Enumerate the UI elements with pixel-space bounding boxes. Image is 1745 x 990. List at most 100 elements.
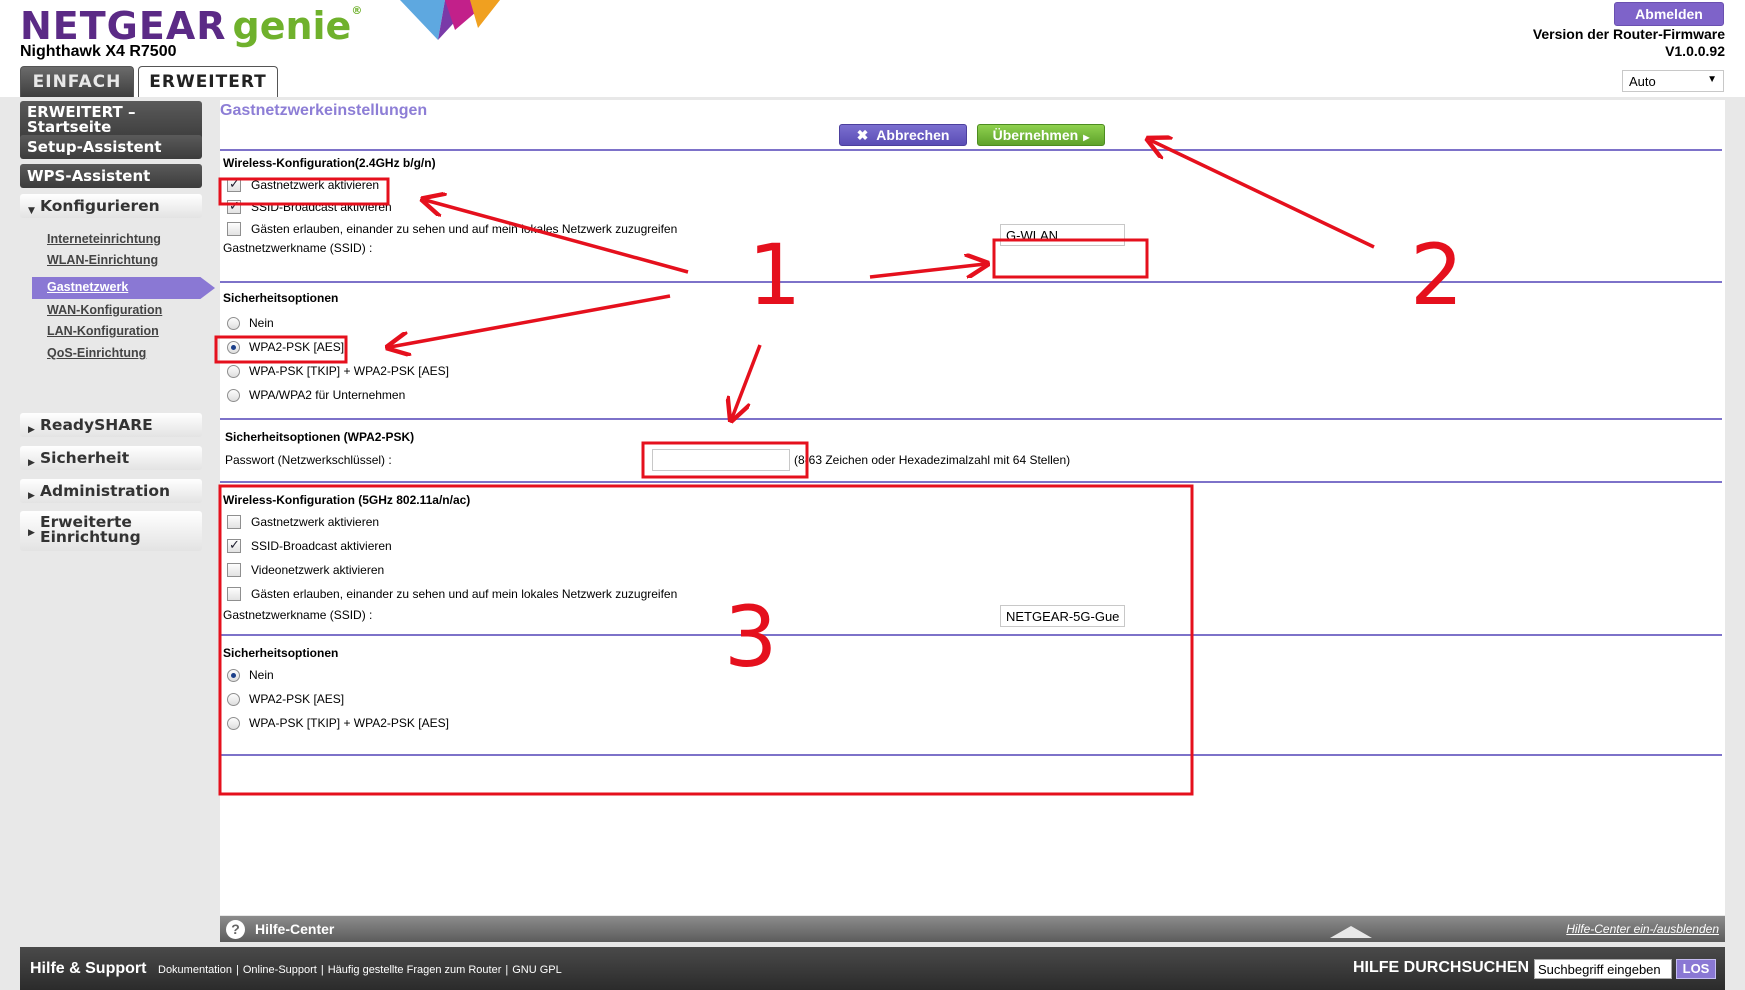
- checkbox-label: SSID-Broadcast aktivieren: [251, 200, 392, 214]
- help-center-bar: ? Hilfe-Center Hilfe-Center ein-/ausblen…: [220, 916, 1725, 942]
- cancel-button[interactable]: ✖ Abbrechen: [839, 124, 967, 146]
- radio-label: WPA-PSK [TKIP] + WPA2-PSK [AES]: [249, 364, 449, 378]
- sidebar-subitem-wlan[interactable]: WLAN-Einrichtung: [47, 253, 158, 267]
- caret-right-icon: ▶: [28, 458, 35, 468]
- footer-link-online-support[interactable]: Online-Support: [243, 964, 317, 976]
- chevron-down-icon: ▼: [1707, 74, 1717, 85]
- tab-simple[interactable]: EINFACH: [20, 66, 134, 97]
- radio-5g-wpa-wpa2-mixed[interactable]: [227, 716, 240, 730]
- radio-row: WPA/WPA2 für Unternehmen: [227, 386, 405, 404]
- section-title-security-5g: Sicherheitsoptionen: [223, 646, 339, 660]
- ssid-input-2g[interactable]: [1000, 224, 1125, 246]
- sidebar-item-label: ReadySHARE: [40, 416, 153, 434]
- apply-label: Übernehmen: [992, 127, 1079, 143]
- sidebar-subitem-wan[interactable]: WAN-Konfiguration: [47, 303, 162, 317]
- checkbox-label: SSID-Broadcast aktivieren: [251, 539, 392, 553]
- sidebar-item-wps-assistant[interactable]: WPS-Assistent: [20, 164, 202, 188]
- footer-link-documentation[interactable]: Dokumentation: [158, 964, 232, 976]
- checkbox-5g-ssid-broadcast[interactable]: [227, 537, 241, 553]
- checkbox-2g-enable-guest[interactable]: [227, 176, 241, 192]
- radio-5g-wpa2-psk[interactable]: [227, 692, 240, 706]
- help-icon: ?: [226, 920, 245, 939]
- radio-label: WPA-PSK [TKIP] + WPA2-PSK [AES]: [249, 716, 449, 730]
- radio-row: WPA-PSK [TKIP] + WPA2-PSK [AES]: [227, 714, 449, 732]
- radio-row: Nein: [227, 666, 274, 684]
- sidebar-subitem-lan[interactable]: LAN-Konfiguration: [47, 324, 159, 338]
- divider: [220, 634, 1722, 636]
- brand-suffix: genie: [232, 4, 352, 48]
- checkbox-2g-ssid-broadcast[interactable]: [227, 198, 241, 214]
- divider: [220, 149, 1722, 151]
- password-input[interactable]: [652, 449, 790, 471]
- firmware-version: V1.0.0.92: [1665, 43, 1725, 59]
- checkbox-row-5g-ssid: SSID-Broadcast aktivieren: [227, 537, 392, 555]
- language-select[interactable]: Auto ▼: [1622, 70, 1724, 92]
- sidebar-item-configure[interactable]: ▼ Konfigurieren: [20, 194, 202, 218]
- password-label: Passwort (Netzwerkschlüssel) :: [225, 453, 392, 467]
- sidebar-item-label: Sicherheit: [40, 449, 130, 467]
- apply-button[interactable]: Übernehmen ▶: [977, 124, 1105, 146]
- section-title-5g: Wireless-Konfiguration (5GHz 802.11a/n/a…: [223, 493, 471, 507]
- ssid-input-5g[interactable]: [1000, 605, 1125, 627]
- sidebar-item-label: Erweiterte Einrichtung: [40, 513, 141, 546]
- checkbox-row-5g-video: Videonetzwerk aktivieren: [227, 561, 384, 579]
- firmware-label: Version der Router-Firmware: [1532, 26, 1725, 42]
- checkbox-label: Gastnetzwerk aktivieren: [251, 178, 380, 192]
- sidebar-item-label: Administration: [40, 482, 171, 500]
- radio-row: WPA2-PSK [AES]: [227, 690, 344, 708]
- radio-label: Nein: [249, 316, 274, 330]
- help-search-go-button[interactable]: LOS: [1676, 959, 1716, 979]
- radio-2g-wpa2-psk[interactable]: [227, 340, 240, 354]
- netgear-genie-logo: NETGEAR genie®: [20, 4, 364, 48]
- tab-advanced[interactable]: ERWEITERT: [138, 66, 278, 97]
- sidebar-item-label: Konfigurieren: [40, 197, 160, 215]
- divider: [220, 754, 1722, 756]
- help-search-label: HILFE DURCHSUCHEN: [1353, 959, 1529, 976]
- checkbox-label: Gästen erlauben, einander zu sehen und a…: [251, 222, 678, 236]
- divider: [220, 481, 1722, 483]
- checkbox-2g-allow-access[interactable]: [227, 222, 241, 236]
- radio-5g-none[interactable]: [227, 668, 240, 682]
- radio-2g-wpa-wpa2-mixed[interactable]: [227, 364, 240, 378]
- password-hint: (8-63 Zeichen oder Hexadezimalzahl mit 6…: [794, 453, 1071, 467]
- sidebar-subitem-internet[interactable]: Interneteinrichtung: [47, 232, 161, 246]
- checkbox-5g-video[interactable]: [227, 563, 241, 577]
- annotation-label-2: 2: [1410, 226, 1464, 324]
- page-title: Gastnetzwerkeinstellungen: [220, 102, 428, 119]
- radio-2g-enterprise[interactable]: [227, 388, 240, 402]
- footer: Hilfe & Support Dokumentation | Online-Su…: [20, 947, 1725, 990]
- section-title-security-2g: Sicherheitsoptionen: [223, 291, 339, 305]
- checkbox-row-5g-enable: Gastnetzwerk aktivieren: [227, 513, 379, 531]
- help-center-toggle-link[interactable]: Hilfe-Center ein-/ausblenden: [1566, 922, 1719, 936]
- sidebar-subitem-qos[interactable]: QoS-Einrichtung: [47, 346, 146, 360]
- radio-label: WPA/WPA2 für Unternehmen: [249, 388, 406, 402]
- ssid-label-5g: Gastnetzwerkname (SSID) :: [223, 608, 373, 622]
- annotation-label-1: 1: [748, 226, 802, 324]
- sidebar-item-administration[interactable]: ▶ Administration: [20, 479, 202, 503]
- checkbox-5g-enable-guest[interactable]: [227, 515, 241, 529]
- sidebar-subitem-guest-network[interactable]: Gastnetzwerk: [32, 277, 215, 299]
- footer-link-faq[interactable]: Häufig gestellte Fragen zum Router: [328, 964, 502, 976]
- footer-title: Hilfe & Support: [30, 960, 147, 977]
- router-model: Nighthawk X4 R7500: [20, 43, 177, 60]
- caret-right-icon: ▶: [28, 528, 35, 538]
- checkbox-5g-allow-access[interactable]: [227, 587, 241, 601]
- checkbox-row-2g-ssid: SSID-Broadcast aktivieren: [227, 198, 392, 216]
- radio-label: WPA2-PSK [AES]: [249, 692, 345, 706]
- logout-button[interactable]: Abmelden: [1614, 2, 1724, 26]
- sidebar-item-security[interactable]: ▶ Sicherheit: [20, 446, 202, 470]
- help-search-input[interactable]: [1534, 959, 1672, 979]
- radio-row: WPA-PSK [TKIP] + WPA2-PSK [AES]: [227, 362, 449, 380]
- checkbox-label: Videonetzwerk aktivieren: [251, 563, 385, 577]
- firmware-info: Version der Router-Firmware V1.0.0.92: [1533, 26, 1725, 60]
- sidebar-item-advanced-setup[interactable]: ▶ Erweiterte Einrichtung: [20, 511, 202, 551]
- footer-link-gpl[interactable]: GNU GPL: [512, 964, 562, 976]
- expand-up-icon[interactable]: [1330, 926, 1372, 938]
- annotation-label-3: 3: [724, 588, 778, 686]
- sidebar-item-readyshare[interactable]: ▶ ReadySHARE: [20, 413, 202, 437]
- sidebar-item-setup-assistant[interactable]: Setup-Assistent: [20, 135, 202, 159]
- checkbox-row-2g-access: Gästen erlauben, einander zu sehen und a…: [227, 220, 677, 238]
- radio-row: WPA2-PSK [AES]: [227, 338, 344, 356]
- radio-2g-none[interactable]: [227, 316, 240, 330]
- help-center-title: Hilfe-Center: [255, 921, 335, 937]
